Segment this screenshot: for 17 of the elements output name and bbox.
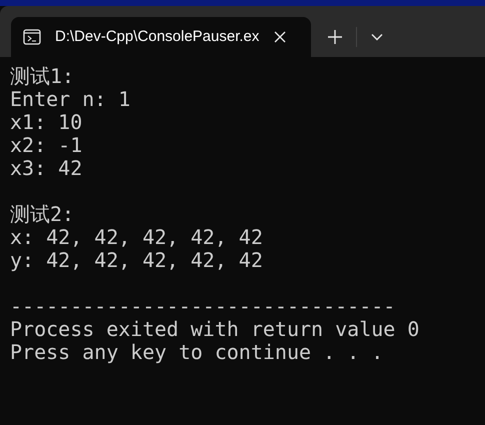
console-line: x: 42, 42, 42, 42, 42 — [10, 226, 263, 249]
console-line: 测试2: — [10, 203, 74, 226]
console-line: x3: 42 — [10, 157, 82, 180]
console-line: y: 42, 42, 42, 42, 42 — [10, 249, 263, 272]
console-line: Enter n: 1 — [10, 88, 130, 111]
console-line: x2: -1 — [10, 134, 82, 157]
close-icon[interactable] — [274, 31, 286, 43]
tab-title: D:\Dev-Cpp\ConsolePauser.ex — [55, 26, 260, 47]
console-line: 测试1: — [10, 65, 74, 88]
console-line: -------------------------------- — [10, 295, 396, 318]
dropdown-icon[interactable] — [371, 33, 383, 41]
console-line: Process exited with return value 0 — [10, 318, 420, 341]
console-line: Press any key to continue . . . — [10, 341, 384, 364]
console-icon — [23, 29, 41, 45]
terminal-tab[interactable]: D:\Dev-Cpp\ConsolePauser.ex — [11, 17, 311, 57]
console-line: x1: 10 — [10, 111, 82, 134]
plus-icon[interactable] — [328, 30, 342, 44]
